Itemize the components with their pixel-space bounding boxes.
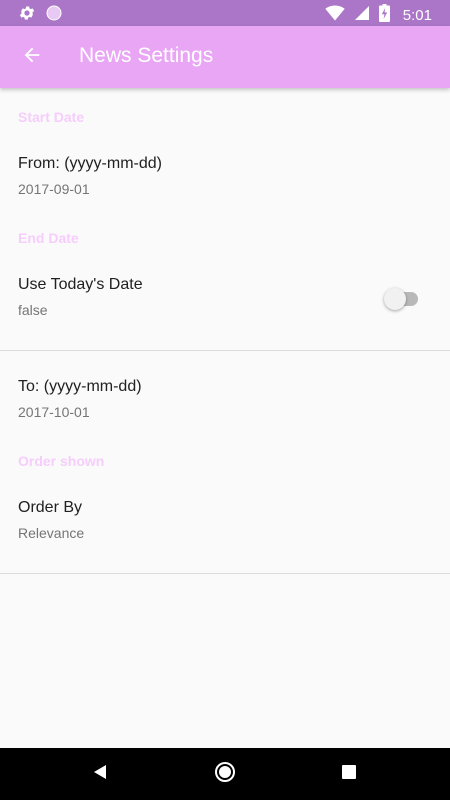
gear-icon	[18, 4, 36, 27]
recents-square-icon	[342, 764, 356, 784]
status-time: 5:01	[402, 7, 432, 24]
pref-title: Use Today's Date	[18, 276, 143, 293]
category-title: End Date	[18, 230, 79, 246]
pref-summary: Relevance	[18, 525, 85, 541]
category-end-date: End Date	[0, 209, 450, 269]
back-triangle-icon	[92, 764, 108, 785]
arrow-left-icon	[21, 44, 43, 71]
circle-icon	[46, 5, 62, 26]
pref-summary: 2017-09-01	[18, 181, 90, 197]
signal-icon	[354, 5, 370, 26]
pref-summary: false	[18, 302, 48, 318]
category-title: Order shown	[18, 453, 105, 469]
home-circle-icon	[214, 761, 236, 788]
status-left-icons	[18, 4, 62, 27]
status-right-icons: 5:01	[325, 4, 432, 27]
settings-list: Start Date From: (yyyy-mm-dd) 2017-09-01…	[0, 88, 450, 574]
pref-to-date[interactable]: To: (yyyy-mm-dd) 2017-10-01	[0, 371, 450, 432]
pref-summary: 2017-10-01	[18, 404, 90, 420]
app-bar: News Settings	[0, 26, 450, 88]
nav-home-button[interactable]	[212, 761, 238, 787]
category-title: Start Date	[18, 109, 85, 125]
navigation-bar	[0, 748, 450, 800]
pref-use-today[interactable]: Use Today's Date false	[0, 269, 450, 330]
wifi-icon	[325, 5, 345, 26]
nav-back-button[interactable]	[87, 761, 113, 787]
category-start-date: Start Date	[0, 88, 450, 148]
back-button[interactable]	[14, 39, 50, 75]
pref-from-date[interactable]: From: (yyyy-mm-dd) 2017-09-01	[0, 148, 450, 209]
category-order-shown: Order shown	[0, 432, 450, 492]
switch-thumb	[384, 288, 406, 310]
page-title: News Settings	[79, 44, 214, 67]
pref-title: From: (yyyy-mm-dd)	[18, 155, 162, 172]
use-today-switch[interactable]	[384, 288, 420, 310]
battery-charging-icon	[378, 4, 390, 27]
divider	[0, 573, 450, 574]
status-bar: 5:01	[0, 0, 450, 26]
pref-title: Order By	[18, 499, 83, 516]
nav-recents-button[interactable]	[336, 761, 362, 787]
pref-order-by[interactable]: Order By Relevance	[0, 492, 450, 553]
pref-title: To: (yyyy-mm-dd)	[18, 378, 142, 395]
